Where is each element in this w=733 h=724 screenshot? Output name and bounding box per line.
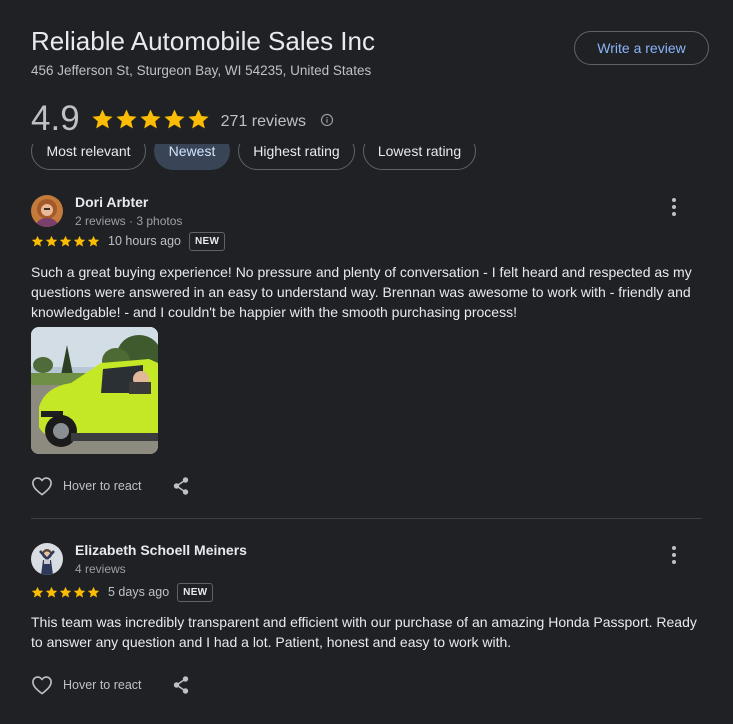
place-address: 456 Jefferson St, Sturgeon Bay, WI 54235…	[31, 63, 372, 78]
info-icon[interactable]	[320, 113, 334, 127]
review-stars	[31, 235, 100, 248]
review-rating-row: 10 hours ago NEW	[31, 231, 226, 251]
star-icon	[140, 108, 161, 128]
review-photo[interactable]	[31, 327, 158, 454]
star-icon	[87, 235, 100, 247]
review-time: 10 hours ago	[108, 234, 181, 248]
review-card: Dori Arbter 2 reviews · 3 photos 10 hour…	[31, 194, 711, 498]
star-icon	[31, 235, 44, 247]
review-divider	[31, 518, 702, 519]
rating-summary: 4.9 271 reviews	[31, 99, 334, 139]
react-label[interactable]: Hover to react	[63, 479, 142, 493]
reviewer-meta: 2 reviews · 3 photos	[75, 214, 183, 228]
chip-newest[interactable]: Newest	[154, 144, 230, 170]
review-card: Elizabeth Schoell Meiners 4 reviews 5 da…	[31, 542, 711, 708]
star-icon	[59, 586, 72, 598]
review-count: 271 reviews	[220, 113, 307, 130]
share-icon[interactable]	[171, 476, 191, 496]
avatar[interactable]	[31, 195, 63, 227]
react-row: Hover to react	[31, 673, 191, 697]
more-options-icon[interactable]	[668, 545, 680, 565]
star-icon	[45, 235, 58, 247]
share-icon[interactable]	[171, 675, 191, 695]
star-icon	[92, 108, 113, 128]
review-rating-row: 5 days ago NEW	[31, 582, 214, 602]
chip-lowest-rating[interactable]: Lowest rating	[363, 144, 476, 170]
star-icon	[45, 586, 58, 598]
star-icon	[73, 235, 86, 247]
star-icon	[59, 235, 72, 247]
review-text: This team was incredibly transparent and…	[31, 614, 697, 650]
chip-most-relevant[interactable]: Most relevant	[31, 144, 146, 170]
chip-highest-rating[interactable]: Highest rating	[238, 144, 355, 170]
review-time: 5 days ago	[108, 585, 170, 599]
star-icon	[164, 108, 185, 128]
new-badge: NEW	[188, 231, 226, 251]
review-stars	[31, 586, 100, 599]
star-icon	[87, 586, 100, 598]
new-badge: NEW	[177, 582, 214, 602]
star-icon	[188, 108, 209, 128]
rating-stars	[91, 108, 210, 131]
place-title: Reliable Automobile Sales Inc	[31, 26, 375, 56]
heart-icon[interactable]	[31, 675, 53, 695]
sort-chips: Most relevant Newest Highest rating Lowe…	[31, 144, 711, 172]
average-rating: 4.9	[31, 99, 80, 138]
star-icon	[73, 586, 86, 598]
more-options-icon[interactable]	[668, 197, 680, 217]
star-icon	[116, 108, 137, 128]
avatar[interactable]	[31, 543, 63, 575]
react-label[interactable]: Hover to react	[63, 678, 142, 692]
react-row: Hover to react	[31, 474, 191, 498]
heart-icon[interactable]	[31, 476, 53, 496]
star-icon	[31, 586, 44, 598]
write-review-button[interactable]: Write a review	[574, 31, 709, 65]
reviewer-name[interactable]: Elizabeth Schoell Meiners	[75, 542, 247, 558]
reviewer-name[interactable]: Dori Arbter	[75, 194, 148, 210]
review-text: Such a great buying experience! No press…	[31, 264, 692, 320]
reviewer-meta: 4 reviews	[75, 562, 126, 576]
